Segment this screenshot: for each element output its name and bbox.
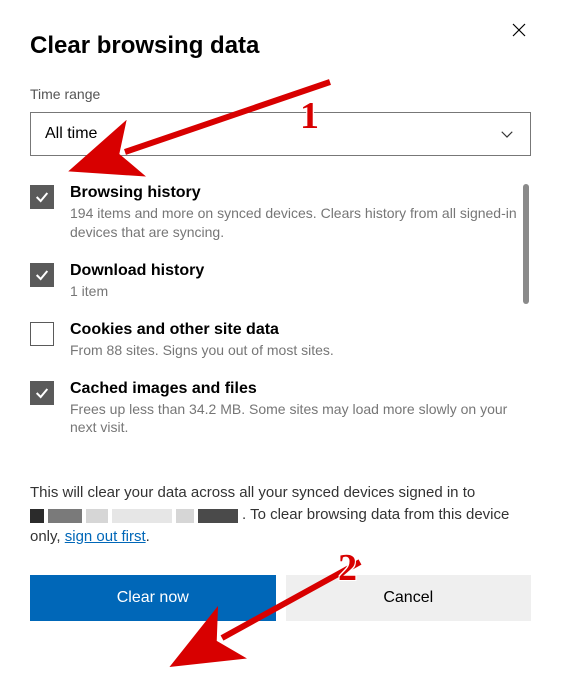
checkbox-browsing-history[interactable] bbox=[30, 185, 54, 209]
checkmark-icon bbox=[34, 385, 50, 401]
checkbox-download-history[interactable] bbox=[30, 263, 54, 287]
time-range-label: Time range bbox=[30, 86, 531, 102]
option-subtitle: 194 items and more on synced devices. Cl… bbox=[70, 204, 517, 242]
option-cached: Cached images and files Frees up less th… bbox=[30, 380, 531, 438]
option-cookies: Cookies and other site data From 88 site… bbox=[30, 321, 531, 360]
cancel-button[interactable]: Cancel bbox=[286, 575, 532, 621]
close-button[interactable] bbox=[507, 18, 531, 42]
option-title: Browsing history bbox=[70, 184, 517, 202]
option-title: Cached images and files bbox=[70, 380, 517, 398]
redacted-email bbox=[30, 508, 242, 526]
close-icon bbox=[510, 21, 528, 39]
option-subtitle: 1 item bbox=[70, 282, 517, 301]
time-range-select[interactable]: All time bbox=[30, 112, 531, 156]
fade-gradient bbox=[30, 440, 531, 474]
checkmark-icon bbox=[34, 267, 50, 283]
checkbox-cached[interactable] bbox=[30, 381, 54, 405]
summary-part3: . bbox=[146, 528, 150, 545]
chevron-down-icon bbox=[498, 125, 516, 143]
dialog-title: Clear browsing data bbox=[30, 32, 531, 60]
scrollbar[interactable] bbox=[523, 184, 529, 304]
time-range-value: All time bbox=[45, 125, 97, 143]
option-title: Download history bbox=[70, 262, 517, 280]
option-subtitle: Frees up less than 34.2 MB. Some sites m… bbox=[70, 400, 517, 438]
checkbox-cookies[interactable] bbox=[30, 322, 54, 346]
option-browsing-history: Browsing history 194 items and more on s… bbox=[30, 184, 531, 242]
option-subtitle: From 88 sites. Signs you out of most sit… bbox=[70, 341, 517, 360]
summary-text: This will clear your data across all you… bbox=[30, 482, 531, 547]
option-title: Cookies and other site data bbox=[70, 321, 517, 339]
option-download-history: Download history 1 item bbox=[30, 262, 531, 301]
clear-now-button[interactable]: Clear now bbox=[30, 575, 276, 621]
options-list: Browsing history 194 items and more on s… bbox=[30, 184, 531, 474]
checkmark-icon bbox=[34, 189, 50, 205]
summary-part1: This will clear your data across all you… bbox=[30, 484, 475, 501]
sign-out-link[interactable]: sign out first bbox=[65, 528, 146, 545]
